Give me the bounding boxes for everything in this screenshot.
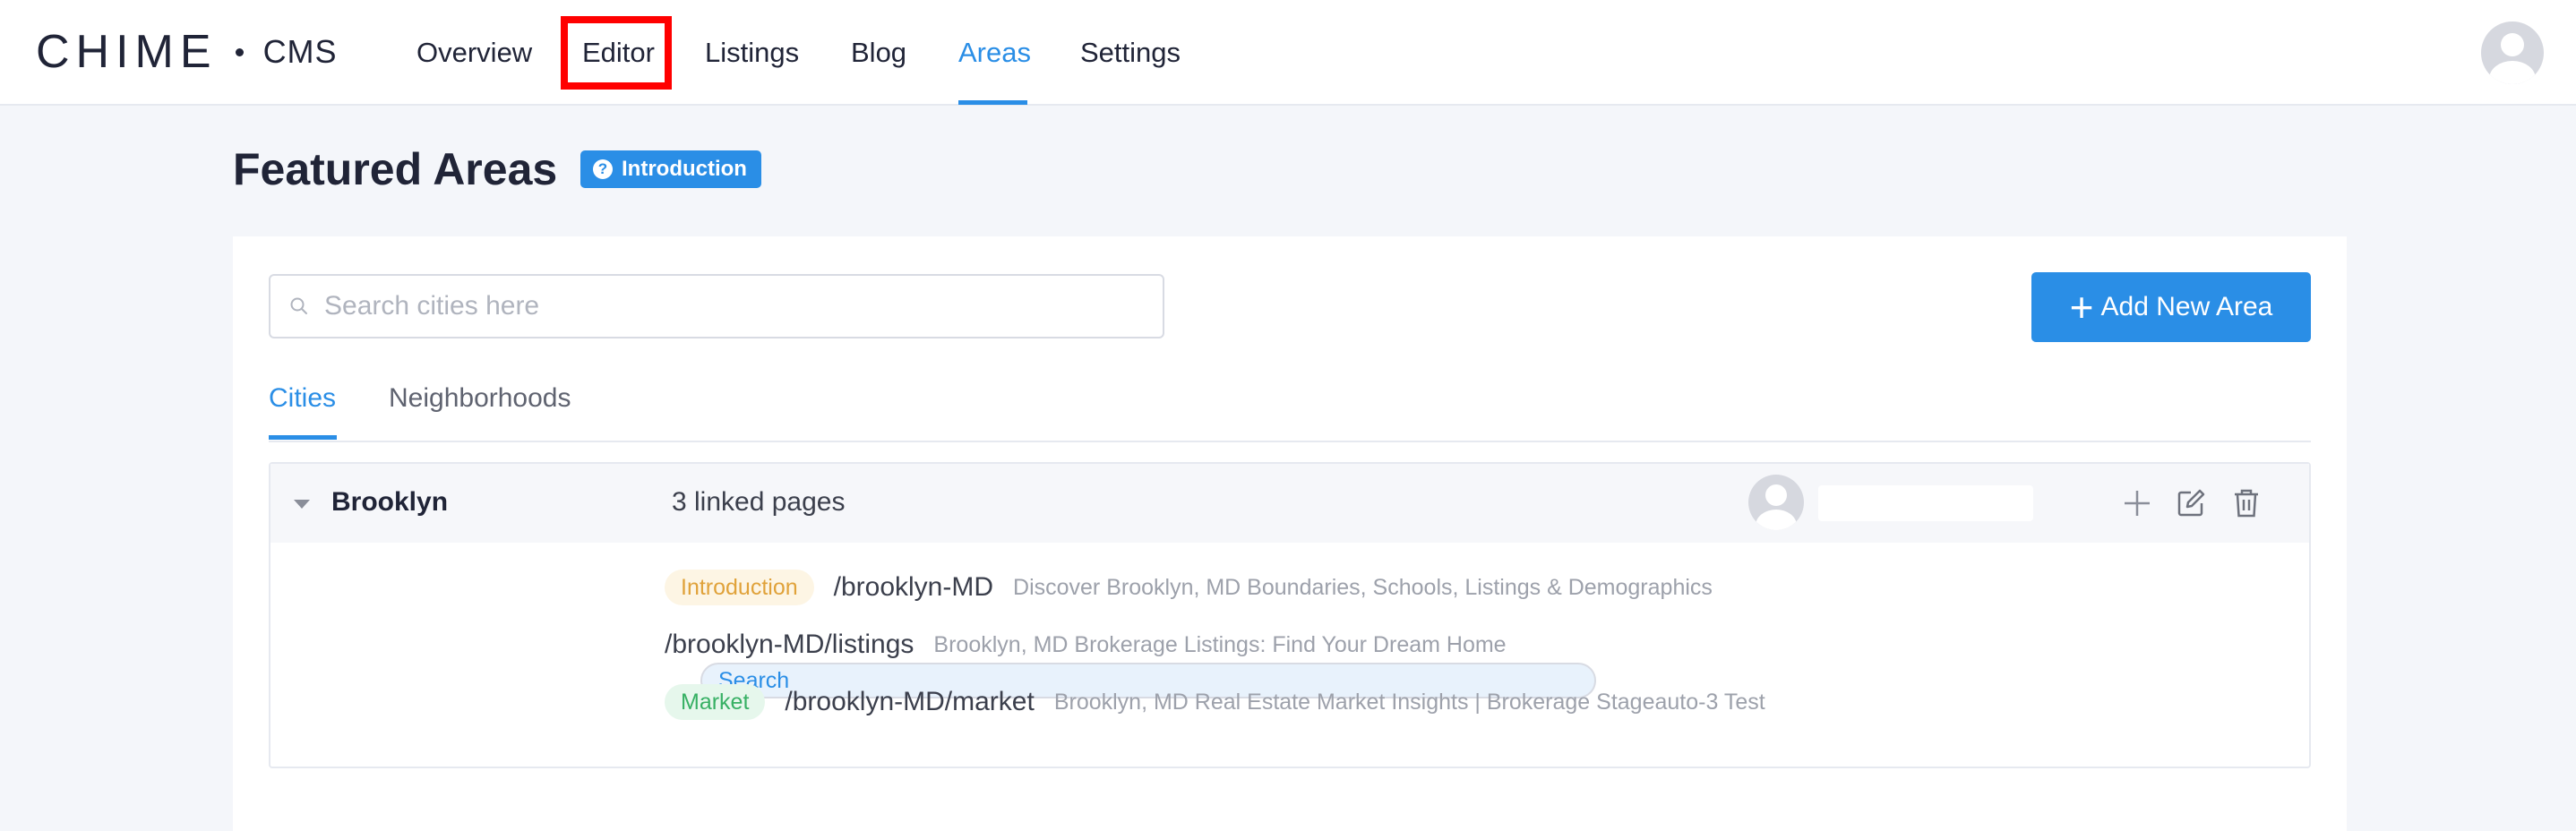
page-slug[interactable]: /brooklyn-MD/listings (665, 630, 914, 660)
search-box[interactable] (269, 274, 1164, 338)
chime-cms-logo[interactable]: CHIME CMS (36, 25, 338, 79)
search-icon (290, 297, 307, 314)
page-description: Brooklyn, MD Brokerage Listings: Find Yo… (933, 631, 1507, 657)
area-name: Brooklyn (331, 487, 449, 517)
cms-label: CMS (262, 33, 338, 70)
introduction-badge-label: Introduction (622, 157, 747, 181)
owner-avatar-icon (1748, 475, 1804, 530)
nav-blog[interactable]: Blog (851, 32, 906, 73)
linked-page-row[interactable]: Introduction /brooklyn-MD Discover Brook… (665, 568, 1713, 607)
nav-listings[interactable]: Listings (705, 32, 799, 73)
logo-separator-dot (235, 47, 244, 56)
tab-cities[interactable]: Cities (269, 383, 336, 414)
area-type-tabs: Cities Neighborhoods (269, 371, 2311, 442)
chime-logo: CHIME (36, 26, 218, 78)
trash-icon[interactable] (2228, 485, 2264, 521)
active-tab-indicator (269, 435, 337, 440)
add-page-plus-icon[interactable] (2119, 485, 2155, 521)
nav-settings[interactable]: Settings (1080, 32, 1181, 73)
owner-name-placeholder (1818, 485, 2033, 521)
edit-icon[interactable] (2173, 485, 2209, 521)
page-slug[interactable]: /brooklyn-MD (834, 572, 993, 603)
linked-page-row[interactable]: Search /brooklyn-MD/listings Brooklyn, M… (665, 625, 1596, 698)
page-title: Featured Areas (233, 144, 558, 194)
area-row-header[interactable]: Brooklyn 3 linked pages (270, 464, 2309, 543)
linked-pages-count: 3 linked pages (672, 487, 846, 517)
top-bar: CHIME CMS Overview Editor Listings Blog … (0, 0, 2576, 106)
add-new-area-label: Add New Area (2100, 292, 2273, 321)
tab-neighborhoods[interactable]: Neighborhoods (389, 383, 571, 414)
page-slug[interactable]: /brooklyn-MD/market (785, 687, 1034, 717)
add-new-area-button[interactable]: + Add New Area (2031, 272, 2311, 342)
caret-down-icon[interactable] (294, 500, 310, 509)
page-type-tag: Introduction (665, 570, 814, 605)
search-input[interactable] (324, 276, 1130, 337)
page-description: Discover Brooklyn, MD Boundaries, School… (1013, 574, 1713, 600)
page-type-tag: Market (665, 684, 766, 720)
linked-page-row[interactable]: Market /brooklyn-MD/market Brooklyn, MD … (665, 682, 1765, 722)
introduction-badge[interactable]: ? Introduction (580, 150, 761, 188)
plus-icon: + (2069, 284, 2094, 330)
area-item: Brooklyn 3 linked pages Introduction /br… (269, 462, 2311, 768)
active-nav-indicator (958, 100, 1027, 105)
page-description: Brooklyn, MD Real Estate Market Insights… (1053, 689, 1765, 715)
areas-card: + Add New Area Cities Neighborhoods Broo… (233, 236, 2347, 831)
nav-areas[interactable]: Areas (958, 32, 1031, 73)
help-icon: ? (593, 159, 613, 179)
editor-highlight-box (561, 16, 672, 90)
user-avatar-icon[interactable] (2481, 21, 2544, 84)
nav-overview[interactable]: Overview (416, 32, 532, 73)
